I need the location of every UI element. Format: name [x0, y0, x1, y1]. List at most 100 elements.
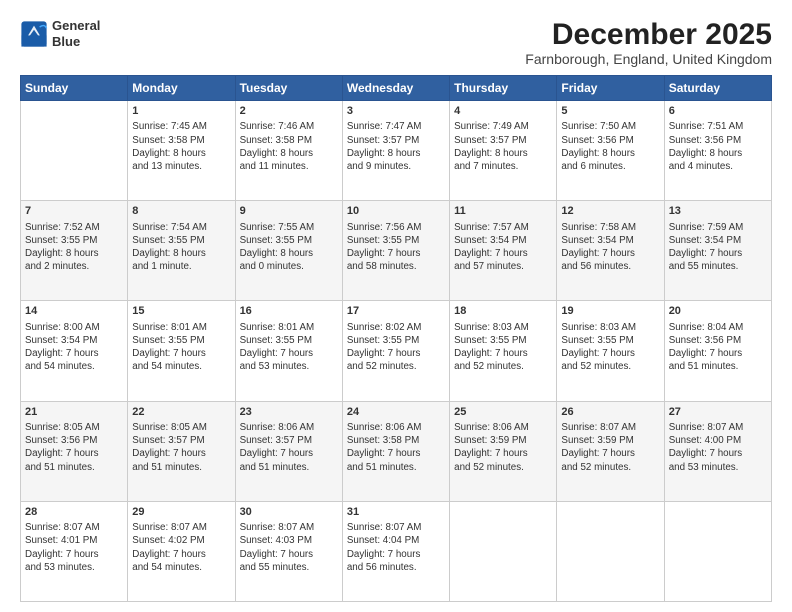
table-row: 14 Sunrise: 8:00 AM Sunset: 3:54 PM Dayli…	[21, 301, 128, 401]
day-info: Sunrise: 7:50 AM Sunset: 3:56 PM Dayligh…	[561, 120, 659, 173]
table-row: 17 Sunrise: 8:02 AM Sunset: 3:55 PM Dayli…	[342, 301, 449, 401]
logo-line1: General	[52, 18, 100, 34]
calendar-header: Sunday Monday Tuesday Wednesday Thursday…	[21, 76, 772, 101]
day-info: Sunrise: 8:03 AM Sunset: 3:55 PM Dayligh…	[454, 321, 552, 374]
table-row: 6Sunrise: 7:51 AM Sunset: 3:56 PM Daylig…	[664, 101, 771, 201]
day-number: 16	[240, 304, 338, 319]
page: General Blue December 2025 Farnborough, …	[0, 0, 792, 612]
day-info: Sunrise: 7:49 AM Sunset: 3:57 PM Dayligh…	[454, 120, 552, 173]
day-number: 13	[669, 204, 767, 219]
logo-text: General Blue	[52, 18, 100, 49]
day-info: Sunrise: 7:51 AM Sunset: 3:56 PM Dayligh…	[669, 120, 767, 173]
logo-line2: Blue	[52, 34, 100, 50]
table-row: 29Sunrise: 8:07 AM Sunset: 4:02 PM Dayli…	[128, 501, 235, 601]
title-block: December 2025 Farnborough, England, Unit…	[525, 18, 772, 67]
day-number: 9	[240, 204, 338, 219]
table-row: 1Sunrise: 7:45 AM Sunset: 3:58 PM Daylig…	[128, 101, 235, 201]
table-row: 13 Sunrise: 7:59 AM Sunset: 3:54 PM Dayli…	[664, 201, 771, 301]
day-number: 4	[454, 104, 552, 119]
day-info: Sunrise: 8:07 AM Sunset: 4:04 PM Dayligh…	[347, 521, 445, 574]
table-row: 31Sunrise: 8:07 AM Sunset: 4:04 PM Dayli…	[342, 501, 449, 601]
table-row: 27Sunrise: 8:07 AM Sunset: 4:00 PM Dayli…	[664, 401, 771, 501]
table-row: 25Sunrise: 8:06 AM Sunset: 3:59 PM Dayli…	[450, 401, 557, 501]
day-info: Sunrise: 7:56 AM Sunset: 3:55 PM Dayligh…	[347, 221, 445, 274]
table-row: 19Sunrise: 8:03 AM Sunset: 3:55 PM Dayli…	[557, 301, 664, 401]
table-row	[664, 501, 771, 601]
day-number: 31	[347, 505, 445, 520]
day-number: 20	[669, 304, 767, 319]
day-number: 7	[25, 204, 123, 219]
header-tuesday: Tuesday	[235, 76, 342, 101]
day-number: 15	[132, 304, 230, 319]
day-info: Sunrise: 8:07 AM Sunset: 4:02 PM Dayligh…	[132, 521, 230, 574]
logo-icon	[20, 20, 48, 48]
day-number: 5	[561, 104, 659, 119]
day-info: Sunrise: 8:07 AM Sunset: 4:01 PM Dayligh…	[25, 521, 123, 574]
day-number: 21	[25, 405, 123, 420]
day-info: Sunrise: 7:47 AM Sunset: 3:57 PM Dayligh…	[347, 120, 445, 173]
day-info: Sunrise: 8:07 AM Sunset: 4:00 PM Dayligh…	[669, 421, 767, 474]
calendar-week-row: 7 Sunrise: 7:52 AM Sunset: 3:55 PM Daylig…	[21, 201, 772, 301]
table-row: 20 Sunrise: 8:04 AM Sunset: 3:56 PM Dayli…	[664, 301, 771, 401]
table-row: 21Sunrise: 8:05 AM Sunset: 3:56 PM Dayli…	[21, 401, 128, 501]
day-info: Sunrise: 8:03 AM Sunset: 3:55 PM Dayligh…	[561, 321, 659, 374]
table-row: 28Sunrise: 8:07 AM Sunset: 4:01 PM Dayli…	[21, 501, 128, 601]
day-number: 26	[561, 405, 659, 420]
header-thursday: Thursday	[450, 76, 557, 101]
day-number: 29	[132, 505, 230, 520]
day-info: Sunrise: 7:59 AM Sunset: 3:54 PM Dayligh…	[669, 221, 767, 274]
table-row: 24Sunrise: 8:06 AM Sunset: 3:58 PM Dayli…	[342, 401, 449, 501]
day-number: 12	[561, 204, 659, 219]
table-row	[557, 501, 664, 601]
table-row: 5Sunrise: 7:50 AM Sunset: 3:56 PM Daylig…	[557, 101, 664, 201]
month-title: December 2025	[525, 18, 772, 51]
table-row: 7 Sunrise: 7:52 AM Sunset: 3:55 PM Daylig…	[21, 201, 128, 301]
day-number: 6	[669, 104, 767, 119]
table-row: 30Sunrise: 8:07 AM Sunset: 4:03 PM Dayli…	[235, 501, 342, 601]
calendar-table: Sunday Monday Tuesday Wednesday Thursday…	[20, 75, 772, 602]
table-row: 18 Sunrise: 8:03 AM Sunset: 3:55 PM Dayli…	[450, 301, 557, 401]
day-number: 23	[240, 405, 338, 420]
table-row	[21, 101, 128, 201]
table-row: 23Sunrise: 8:06 AM Sunset: 3:57 PM Dayli…	[235, 401, 342, 501]
calendar-week-row: 14 Sunrise: 8:00 AM Sunset: 3:54 PM Dayli…	[21, 301, 772, 401]
day-number: 28	[25, 505, 123, 520]
table-row: 26Sunrise: 8:07 AM Sunset: 3:59 PM Dayli…	[557, 401, 664, 501]
day-info: Sunrise: 8:07 AM Sunset: 4:03 PM Dayligh…	[240, 521, 338, 574]
day-info: Sunrise: 8:06 AM Sunset: 3:59 PM Dayligh…	[454, 421, 552, 474]
table-row: 9 Sunrise: 7:55 AM Sunset: 3:55 PM Daylig…	[235, 201, 342, 301]
table-row: 10 Sunrise: 7:56 AM Sunset: 3:55 PM Dayli…	[342, 201, 449, 301]
day-info: Sunrise: 7:57 AM Sunset: 3:54 PM Dayligh…	[454, 221, 552, 274]
day-number: 30	[240, 505, 338, 520]
day-number: 10	[347, 204, 445, 219]
day-info: Sunrise: 8:01 AM Sunset: 3:55 PM Dayligh…	[240, 321, 338, 374]
day-number: 18	[454, 304, 552, 319]
day-info: Sunrise: 7:58 AM Sunset: 3:54 PM Dayligh…	[561, 221, 659, 274]
day-info: Sunrise: 7:52 AM Sunset: 3:55 PM Dayligh…	[25, 221, 123, 274]
day-info: Sunrise: 8:00 AM Sunset: 3:54 PM Dayligh…	[25, 321, 123, 374]
day-info: Sunrise: 8:05 AM Sunset: 3:56 PM Dayligh…	[25, 421, 123, 474]
day-number: 17	[347, 304, 445, 319]
header-wednesday: Wednesday	[342, 76, 449, 101]
day-number: 14	[25, 304, 123, 319]
day-number: 3	[347, 104, 445, 119]
calendar-week-row: 21Sunrise: 8:05 AM Sunset: 3:56 PM Dayli…	[21, 401, 772, 501]
day-info: Sunrise: 8:07 AM Sunset: 3:59 PM Dayligh…	[561, 421, 659, 474]
day-number: 27	[669, 405, 767, 420]
calendar-body: 1Sunrise: 7:45 AM Sunset: 3:58 PM Daylig…	[21, 101, 772, 602]
day-info: Sunrise: 8:02 AM Sunset: 3:55 PM Dayligh…	[347, 321, 445, 374]
day-info: Sunrise: 8:04 AM Sunset: 3:56 PM Dayligh…	[669, 321, 767, 374]
logo: General Blue	[20, 18, 100, 49]
table-row	[450, 501, 557, 601]
table-row: 4Sunrise: 7:49 AM Sunset: 3:57 PM Daylig…	[450, 101, 557, 201]
header-friday: Friday	[557, 76, 664, 101]
day-number: 24	[347, 405, 445, 420]
table-row: 12 Sunrise: 7:58 AM Sunset: 3:54 PM Dayli…	[557, 201, 664, 301]
day-info: Sunrise: 7:55 AM Sunset: 3:55 PM Dayligh…	[240, 221, 338, 274]
day-number: 8	[132, 204, 230, 219]
table-row: 8Sunrise: 7:54 AM Sunset: 3:55 PM Daylig…	[128, 201, 235, 301]
table-row: 3Sunrise: 7:47 AM Sunset: 3:57 PM Daylig…	[342, 101, 449, 201]
day-info: Sunrise: 8:06 AM Sunset: 3:57 PM Dayligh…	[240, 421, 338, 474]
header-saturday: Saturday	[664, 76, 771, 101]
header-sunday: Sunday	[21, 76, 128, 101]
